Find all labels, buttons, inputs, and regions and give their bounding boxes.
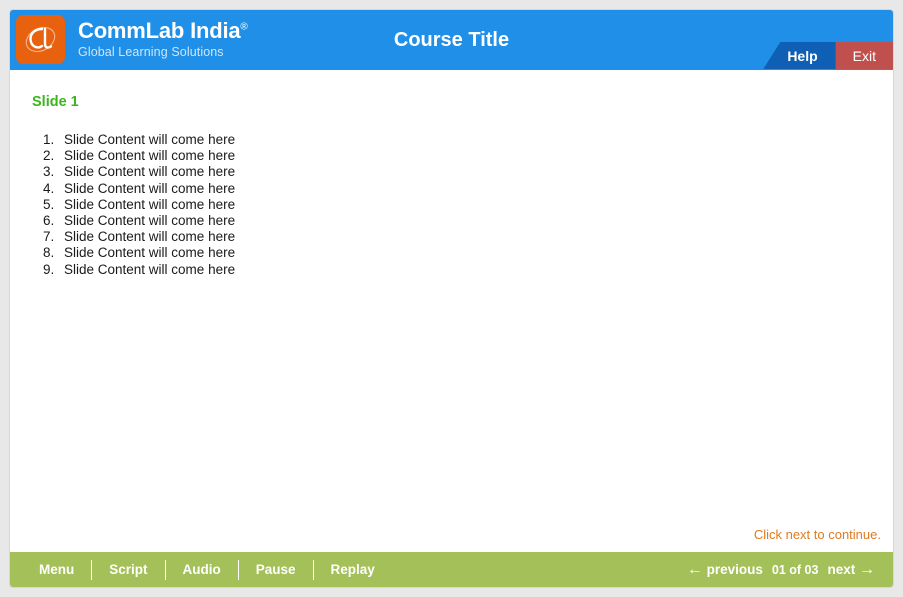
list-item: Slide Content will come here — [58, 181, 235, 197]
exit-button[interactable]: Exit — [835, 42, 893, 69]
slide-navigation: ← previous 01 of 03 next → — [687, 561, 875, 579]
next-button[interactable]: next → — [827, 561, 875, 579]
player-control-bar: Menu Script Audio Pause Replay ← previou… — [10, 552, 893, 587]
slide-content-area: Slide 1 Slide Content will come here Sli… — [10, 70, 893, 552]
arrow-right-icon: → — [859, 560, 875, 578]
brand-tagline: Global Learning Solutions — [78, 45, 224, 60]
utility-button-bar: Help Exit — [763, 42, 893, 69]
previous-button-label: previous — [706, 561, 763, 577]
course-player: CommLab India® Global Learning Solutions… — [9, 9, 894, 588]
slide-bullet-list: Slide Content will come here Slide Conte… — [32, 132, 235, 278]
script-button[interactable]: Script — [92, 559, 166, 580]
page-counter: 01 of 03 — [771, 562, 819, 577]
brand-name-text: CommLab India — [78, 18, 241, 44]
replay-button[interactable]: Replay — [314, 560, 392, 580]
slide-title: Slide 1 — [32, 94, 79, 110]
list-item: Slide Content will come here — [58, 132, 235, 148]
audio-button[interactable]: Audio — [166, 559, 239, 580]
brand-text-block: CommLab India® Global Learning Solutions — [78, 20, 248, 59]
arrow-left-icon: ← — [686, 560, 703, 578]
list-item: Slide Content will come here — [58, 148, 235, 164]
list-item: Slide Content will come here — [58, 262, 235, 278]
menu-button[interactable]: Menu — [22, 559, 93, 580]
previous-button[interactable]: ← previous — [687, 561, 763, 579]
list-item: Slide Content will come here — [58, 245, 235, 261]
help-button[interactable]: Help — [763, 42, 836, 69]
playback-controls: Menu Script Audio Pause Replay — [22, 559, 392, 580]
brand-name: CommLab India® — [78, 20, 248, 42]
list-item: Slide Content will come here — [58, 213, 235, 229]
list-item: Slide Content will come here — [58, 229, 235, 245]
next-button-label: next — [827, 561, 856, 577]
continue-hint-text: Click next to continue. — [753, 527, 881, 542]
brand-logo-block: CommLab India® Global Learning Solutions — [16, 15, 248, 64]
registered-trademark-icon: ® — [240, 21, 248, 33]
cl-monogram-logo-icon — [16, 15, 65, 64]
course-header: CommLab India® Global Learning Solutions… — [10, 10, 893, 70]
list-item: Slide Content will come here — [58, 197, 235, 213]
list-item: Slide Content will come here — [58, 164, 235, 180]
pause-button[interactable]: Pause — [239, 559, 314, 580]
